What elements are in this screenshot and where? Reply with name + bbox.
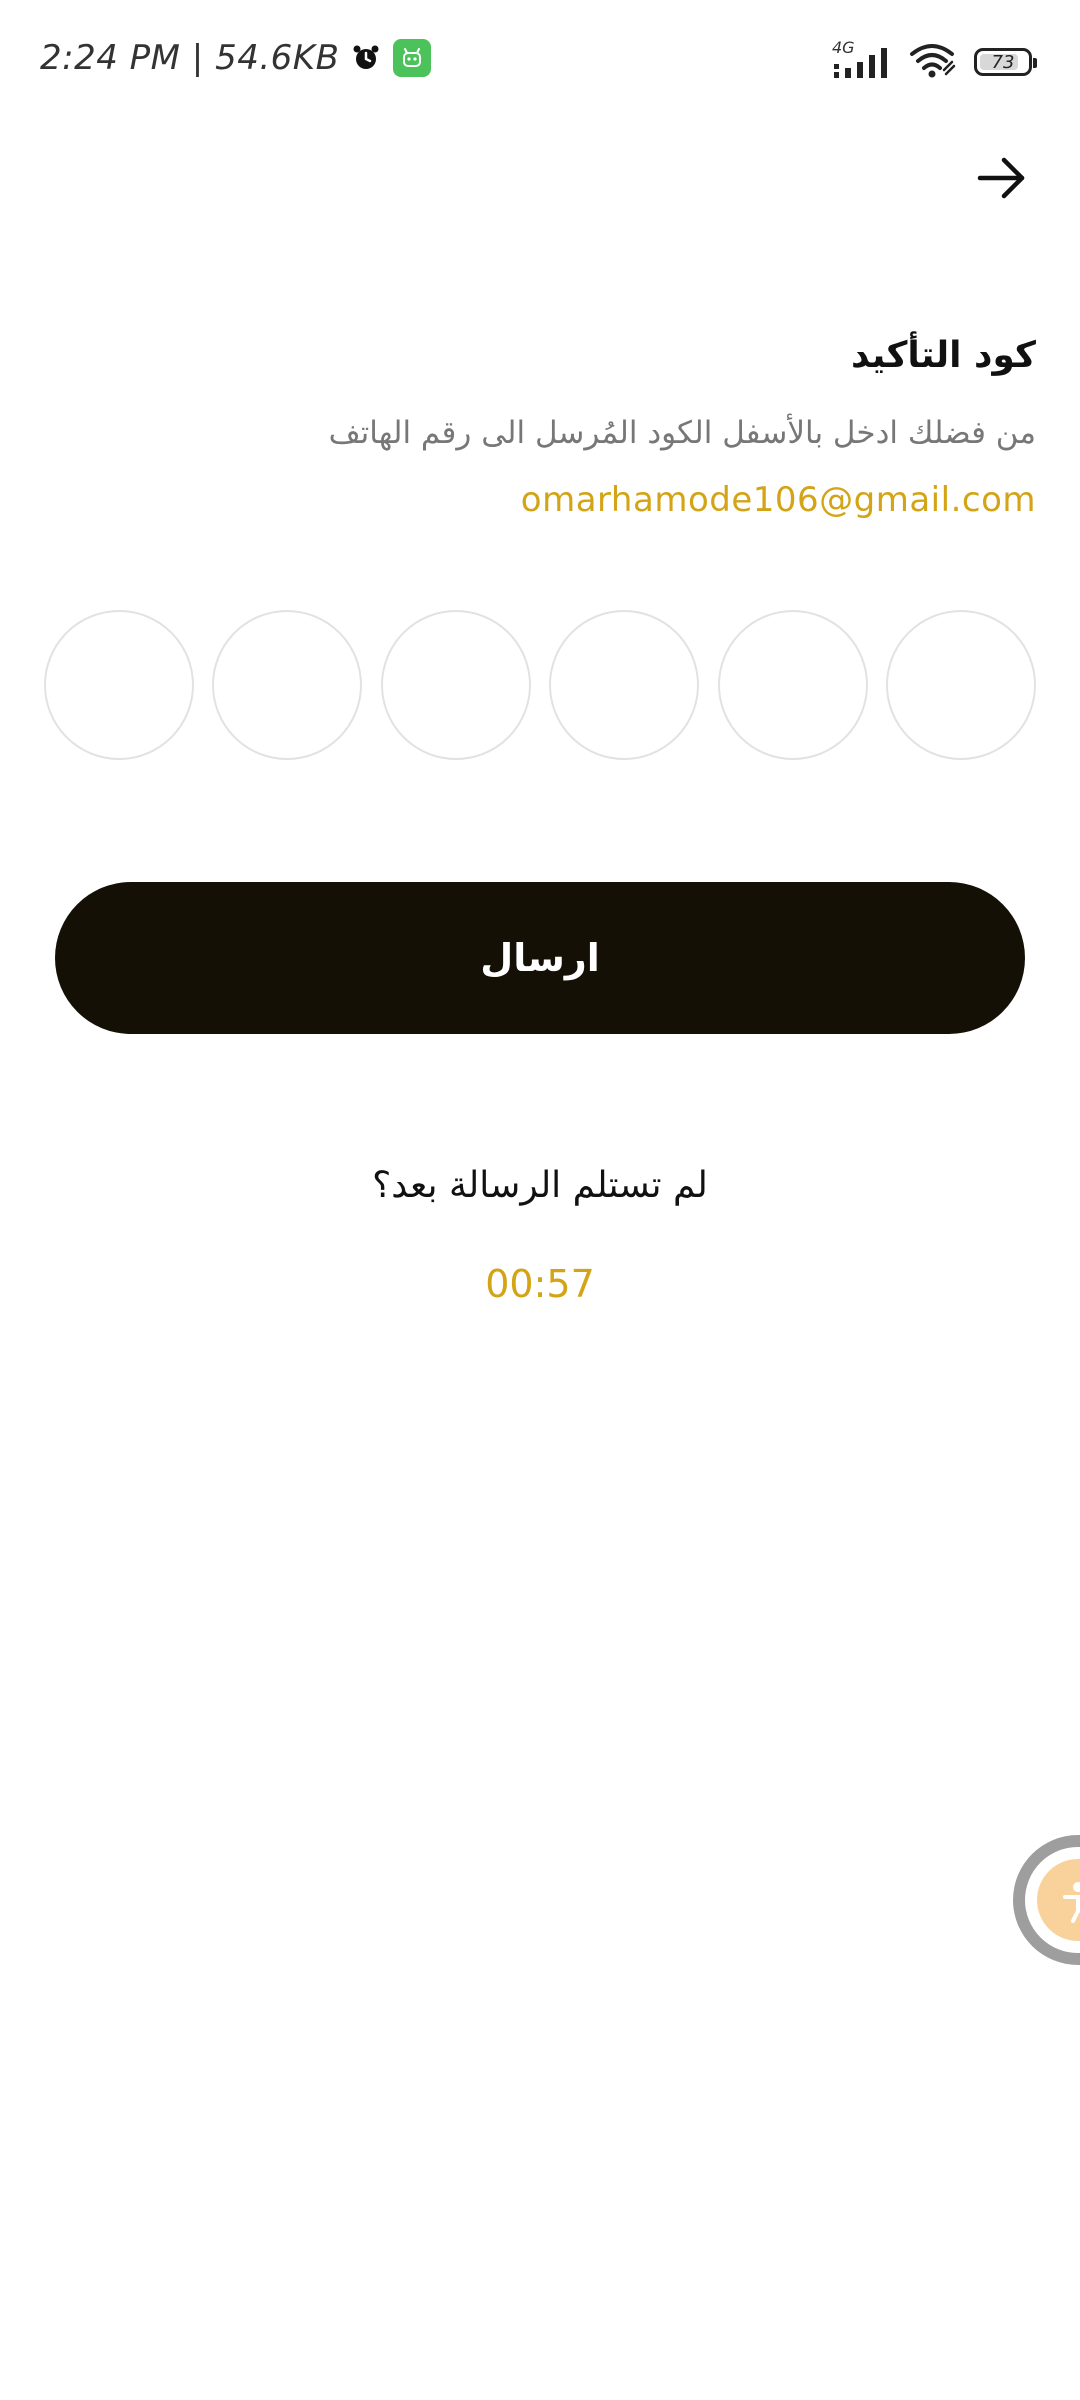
verification-screen: 2:24 PM | 54.6KB 4G 73 كود التأكيد من فض… <box>0 0 1080 2400</box>
android-app-icon <box>393 39 432 77</box>
arrow-right-icon <box>977 157 1025 199</box>
send-button-label: ارسال <box>480 936 600 980</box>
target-email: omarhamode106@gmail.com <box>520 480 1036 520</box>
otp-digit-input[interactable] <box>380 610 531 760</box>
status-bar: 2:24 PM | 54.6KB 4G 73 <box>0 0 1080 120</box>
status-right: 4G 73 <box>832 38 1037 84</box>
page-title: كود التأكيد <box>850 335 1036 376</box>
accessibility-icon <box>1063 1882 1080 1923</box>
otp-digit-input[interactable] <box>212 610 363 760</box>
wifi-icon <box>908 40 956 84</box>
otp-input-row <box>44 610 1036 762</box>
otp-digit-input[interactable] <box>44 610 194 760</box>
resend-timer: 00:57 <box>485 1262 595 1306</box>
otp-digit-input[interactable] <box>549 610 700 760</box>
battery-level-text: 73 <box>991 51 1015 73</box>
resend-question: لم تستلم الرسالة بعد؟ <box>372 1165 708 1206</box>
page-subtitle: من فضلك ادخل بالأسفل الكود المُرسل الى ر… <box>328 415 1036 451</box>
otp-digit-input[interactable] <box>885 610 1036 760</box>
send-button[interactable]: ارسال <box>55 882 1025 1034</box>
status-left: 2:24 PM | 54.6KB <box>40 38 432 78</box>
status-time: 2:24 PM | 54.6KB <box>40 38 340 78</box>
cellular-signal-icon: 4G <box>832 38 890 82</box>
battery-icon: 73 <box>974 48 1037 76</box>
otp-digit-input[interactable] <box>717 610 868 760</box>
floating-assist-bubble[interactable] <box>1013 1835 1080 1965</box>
back-button[interactable] <box>972 148 1032 208</box>
alarm-clock-icon <box>351 43 381 73</box>
